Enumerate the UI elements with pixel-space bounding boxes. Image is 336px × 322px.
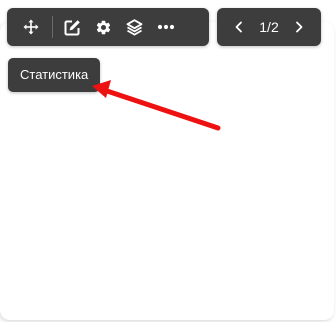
prev-page-button[interactable] xyxy=(224,8,254,46)
move-icon xyxy=(23,19,38,35)
pager-toolbar: 1/2 xyxy=(217,8,321,46)
tooltip: Статистика xyxy=(8,58,101,92)
layers-icon xyxy=(126,18,143,35)
settings-icon xyxy=(96,20,111,34)
move-button[interactable] xyxy=(15,8,46,46)
canvas: 1/2 Статистика xyxy=(0,0,336,322)
chevron-right-icon xyxy=(296,21,303,33)
next-page-button[interactable] xyxy=(284,8,314,46)
more-icon xyxy=(157,24,174,30)
edit-button[interactable] xyxy=(57,8,88,46)
edit-icon xyxy=(64,19,80,35)
widget-toolbar xyxy=(7,8,209,46)
more-button[interactable] xyxy=(150,8,181,46)
page-indicator: 1/2 xyxy=(259,19,279,35)
settings-button[interactable] xyxy=(88,8,119,46)
layers-button[interactable] xyxy=(119,8,150,46)
toolbar-divider xyxy=(52,16,53,38)
chevron-left-icon xyxy=(235,21,242,33)
